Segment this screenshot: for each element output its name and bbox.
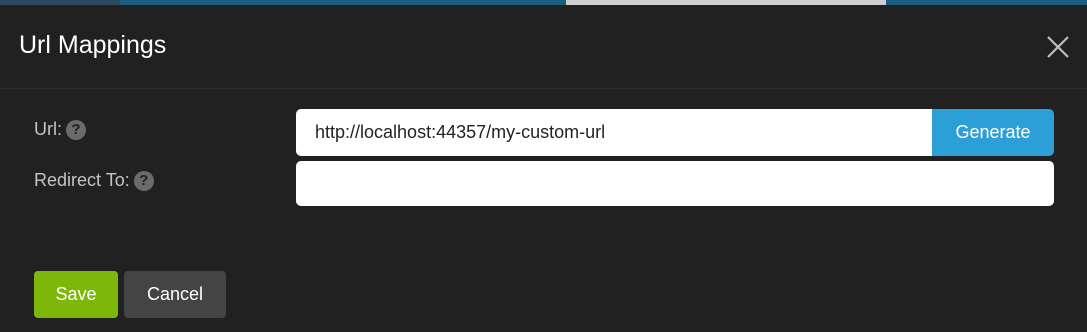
url-input[interactable]: [296, 109, 932, 156]
redirect-label: Redirect To:: [34, 169, 130, 190]
dialog-title: Url Mappings: [19, 31, 167, 59]
save-button[interactable]: Save: [34, 271, 118, 318]
cancel-button[interactable]: Cancel: [124, 271, 226, 318]
help-icon[interactable]: ?: [66, 120, 86, 140]
redirect-label-row: Redirect To: ?: [34, 168, 154, 191]
url-label-row: Url: ?: [34, 117, 86, 140]
redirect-input[interactable]: [296, 161, 1054, 206]
help-icon[interactable]: ?: [133, 171, 154, 191]
url-mappings-dialog: Url Mappings Url: ? Generate Redirect To…: [0, 5, 1087, 332]
generate-button[interactable]: Generate: [932, 109, 1054, 156]
url-label: Url:: [34, 118, 62, 139]
url-input-group: Generate: [296, 109, 1054, 156]
close-icon[interactable]: [1044, 33, 1072, 61]
dialog-header: Url Mappings: [0, 5, 1087, 89]
